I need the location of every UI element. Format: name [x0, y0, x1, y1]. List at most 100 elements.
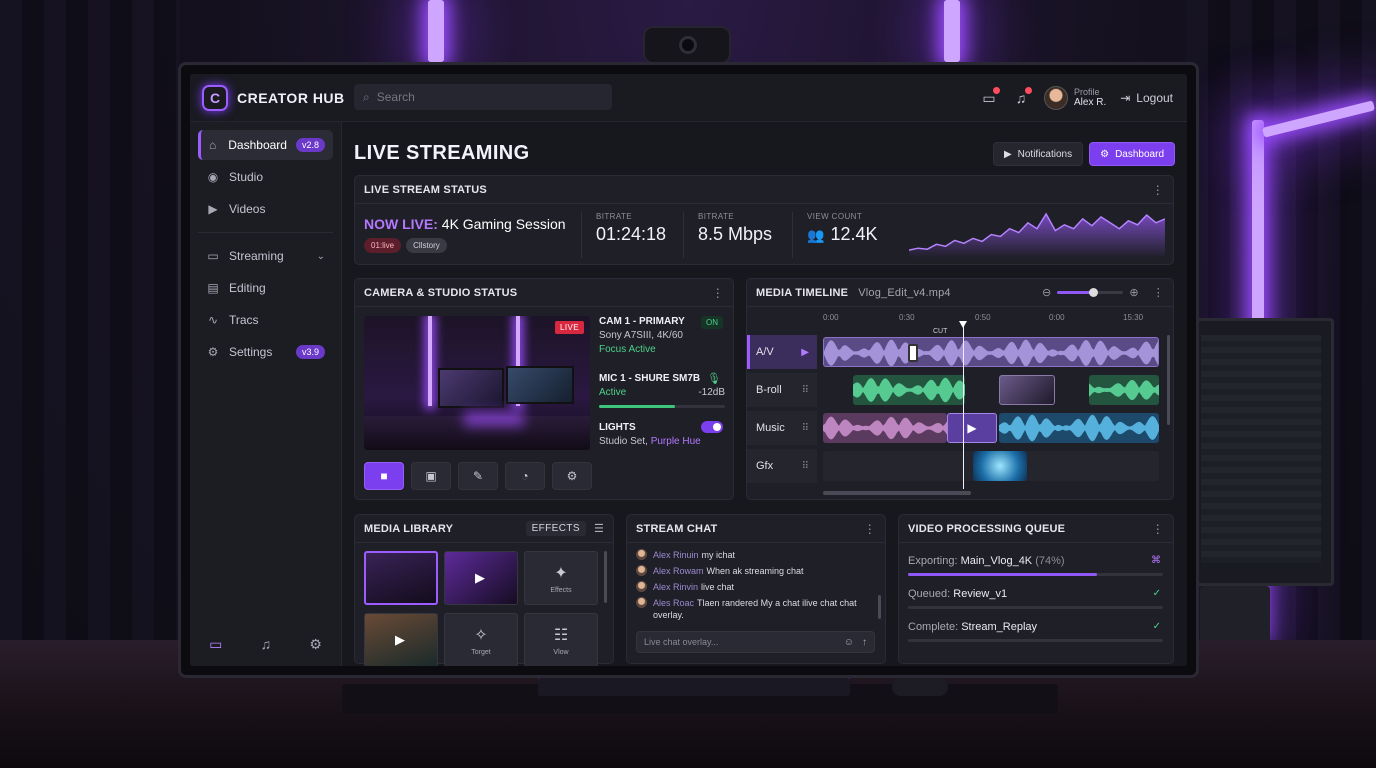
music-clip[interactable]	[999, 413, 1159, 443]
chat-input[interactable]	[644, 637, 836, 647]
timeline-scrollbar[interactable]	[823, 491, 971, 495]
zoom-slider-handle[interactable]	[1089, 288, 1099, 297]
more-options-icon[interactable]: ⋮	[1152, 522, 1164, 536]
send-icon[interactable]: ↑	[862, 637, 867, 648]
dashboard-button[interactable]: ⚙ Dashboard	[1089, 142, 1175, 166]
queue-item[interactable]: Exporting: Main_Vlog_4K (74%) ⌘	[908, 555, 1163, 576]
notifications-button[interactable]: ▶ Notifications	[992, 142, 1084, 166]
zoom-slider[interactable]	[1057, 288, 1124, 297]
status-badge[interactable]: Cllstory	[406, 238, 447, 253]
target-thumbnail[interactable]: ✧ Torget	[444, 613, 518, 666]
queue-item-prefix: Queued:	[908, 588, 951, 600]
queue-item[interactable]: Complete: Stream_Replay ✓	[908, 621, 1163, 642]
gear-icon[interactable]: ⚙	[309, 636, 322, 653]
sidebar-item-videos[interactable]: ▶ Videos	[198, 194, 333, 224]
zoom-out-icon[interactable]: ⊖	[1042, 286, 1051, 299]
broll-thumbnail-clip[interactable]	[999, 375, 1055, 405]
chevron-down-icon[interactable]: ⌄	[317, 251, 325, 262]
chat-scrollbar[interactable]	[878, 595, 881, 619]
camera-preview[interactable]: LIVE	[364, 316, 590, 450]
track-label[interactable]: A/V ▶	[747, 335, 817, 369]
broll-clip[interactable]	[853, 375, 965, 405]
more-options-icon[interactable]: ⋮	[1152, 183, 1164, 197]
preview-monitor	[438, 368, 504, 408]
view-thumbnail[interactable]: ☷ Vlow	[524, 613, 598, 666]
sidebar-item-studio[interactable]: ◉ Studio	[198, 162, 333, 192]
chat-icon[interactable]: ▭	[980, 87, 1000, 107]
drag-handle-icon[interactable]: ⠿	[802, 423, 809, 434]
version-badge: v2.8	[295, 138, 325, 152]
play-icon[interactable]: ▶	[801, 347, 809, 358]
music-clip[interactable]	[823, 413, 947, 443]
effects-thumbnail[interactable]: ✦ Effects	[524, 551, 598, 605]
sidebar-item-dashboard[interactable]: ⌂ Dashboard v2.8	[198, 130, 333, 160]
chat-username[interactable]: Alex Rowam	[653, 566, 704, 576]
card-header: VIDEO PROCESSING QUEUE ⋮	[899, 515, 1173, 543]
track-label[interactable]: Music ⠿	[747, 411, 817, 445]
progress-fill	[908, 573, 1097, 576]
media-thumbnail[interactable]: ▶	[444, 551, 518, 605]
brand[interactable]: C CREATOR HUB	[202, 84, 345, 112]
profile-menu[interactable]: Profile Alex R.	[1044, 86, 1106, 110]
chat-username[interactable]: Ales Roac	[653, 598, 694, 608]
lights-detail: Studio Set, Purple Hue	[599, 436, 725, 447]
bell-notification-dot	[1025, 87, 1032, 94]
media-thumbnail[interactable]: ▶	[364, 613, 438, 666]
lights-hue: Purple Hue	[650, 436, 701, 447]
track-av: A/V ▶	[747, 335, 1163, 369]
card-title: VIDEO PROCESSING QUEUE	[908, 522, 1066, 535]
media-thumbnail[interactable]	[364, 551, 438, 605]
zoom-in-icon[interactable]: ⊕	[1129, 286, 1138, 299]
gear-icon[interactable]: ⚙	[552, 462, 592, 490]
broll-clip[interactable]	[1089, 375, 1159, 405]
drag-handle-icon[interactable]: ⠿	[802, 385, 809, 396]
track-label[interactable]: B-roll ⠿	[747, 373, 817, 407]
chat-username[interactable]: Alex Rinuin	[653, 550, 699, 560]
more-options-icon[interactable]: ⋮	[1153, 286, 1164, 299]
avatar	[636, 565, 647, 576]
top-bar: C CREATOR HUB ⌕ ▭ ♫ Profile Alex R.	[190, 74, 1187, 122]
sidebar-item-settings[interactable]: ⚙ Settings v3.9	[198, 337, 333, 367]
chat-username[interactable]: Alex Rinvin	[653, 582, 698, 592]
camera-icon[interactable]: ■	[364, 462, 404, 490]
more-options-icon[interactable]: ⋮	[864, 522, 876, 536]
video-processing-queue-card: VIDEO PROCESSING QUEUE ⋮ Exporting: Main…	[898, 514, 1174, 664]
status-badge: 01:live	[364, 238, 402, 253]
av-clip[interactable]	[823, 337, 1159, 367]
top-right-controls: ▭ ♫ Profile Alex R. ⇥ Logout	[980, 82, 1173, 114]
effects-button[interactable]: EFFECTS	[525, 521, 586, 536]
more-options-icon[interactable]: ⋮	[712, 286, 724, 300]
audio-waveform	[1089, 380, 1159, 400]
pen-icon[interactable]: ✎	[458, 462, 498, 490]
playhead[interactable]	[959, 321, 967, 489]
trim-handle[interactable]	[908, 344, 918, 362]
search-bar[interactable]: ⌕	[354, 84, 612, 110]
gfx-clip[interactable]	[973, 451, 1027, 481]
queue-item[interactable]: Queued: Review_v1 ✓	[908, 588, 1163, 609]
chat-icon[interactable]: ▭	[209, 636, 222, 653]
track-broll: B-roll ⠿	[747, 373, 1163, 407]
avatar	[636, 597, 647, 608]
chat-input-box[interactable]: ☺ ↑	[636, 631, 875, 653]
track-label[interactable]: Gfx ⠿	[747, 449, 817, 483]
bell-icon[interactable]: ♫	[261, 636, 272, 652]
chat-message: Ales Roac Tlaen randered My a chat ilive …	[636, 597, 873, 621]
play-icon[interactable]: ▶	[947, 413, 997, 443]
sidebar-item-streaming[interactable]: ▭ Streaming ⌄	[198, 241, 333, 271]
mic-level-meter[interactable]	[599, 405, 725, 408]
bell-icon[interactable]: ♫	[1012, 87, 1032, 107]
timeline-vertical-scrollbar[interactable]	[1167, 335, 1170, 425]
time-ruler[interactable]: 0:00 0:30 0:50 0:00 15:30	[823, 313, 1163, 327]
list-view-icon[interactable]: ☰	[594, 522, 604, 535]
emoji-icon[interactable]: ☺	[844, 637, 854, 648]
screen-icon[interactable]: ▣	[411, 462, 451, 490]
search-input[interactable]	[376, 90, 577, 104]
main-content: LIVE STREAMING ▶ Notifications ⚙ Dashboa…	[352, 122, 1177, 666]
drag-handle-icon[interactable]: ⠿	[802, 461, 809, 472]
logout-button[interactable]: ⇥ Logout	[1120, 91, 1173, 105]
sidebar-item-editing[interactable]: ▤ Editing	[198, 273, 333, 303]
gauge-icon[interactable]: ◔	[505, 462, 545, 490]
library-scrollbar[interactable]	[604, 551, 607, 603]
lights-toggle[interactable]	[701, 421, 723, 433]
sidebar-item-tracs[interactable]: ∿ Tracs	[198, 305, 333, 335]
